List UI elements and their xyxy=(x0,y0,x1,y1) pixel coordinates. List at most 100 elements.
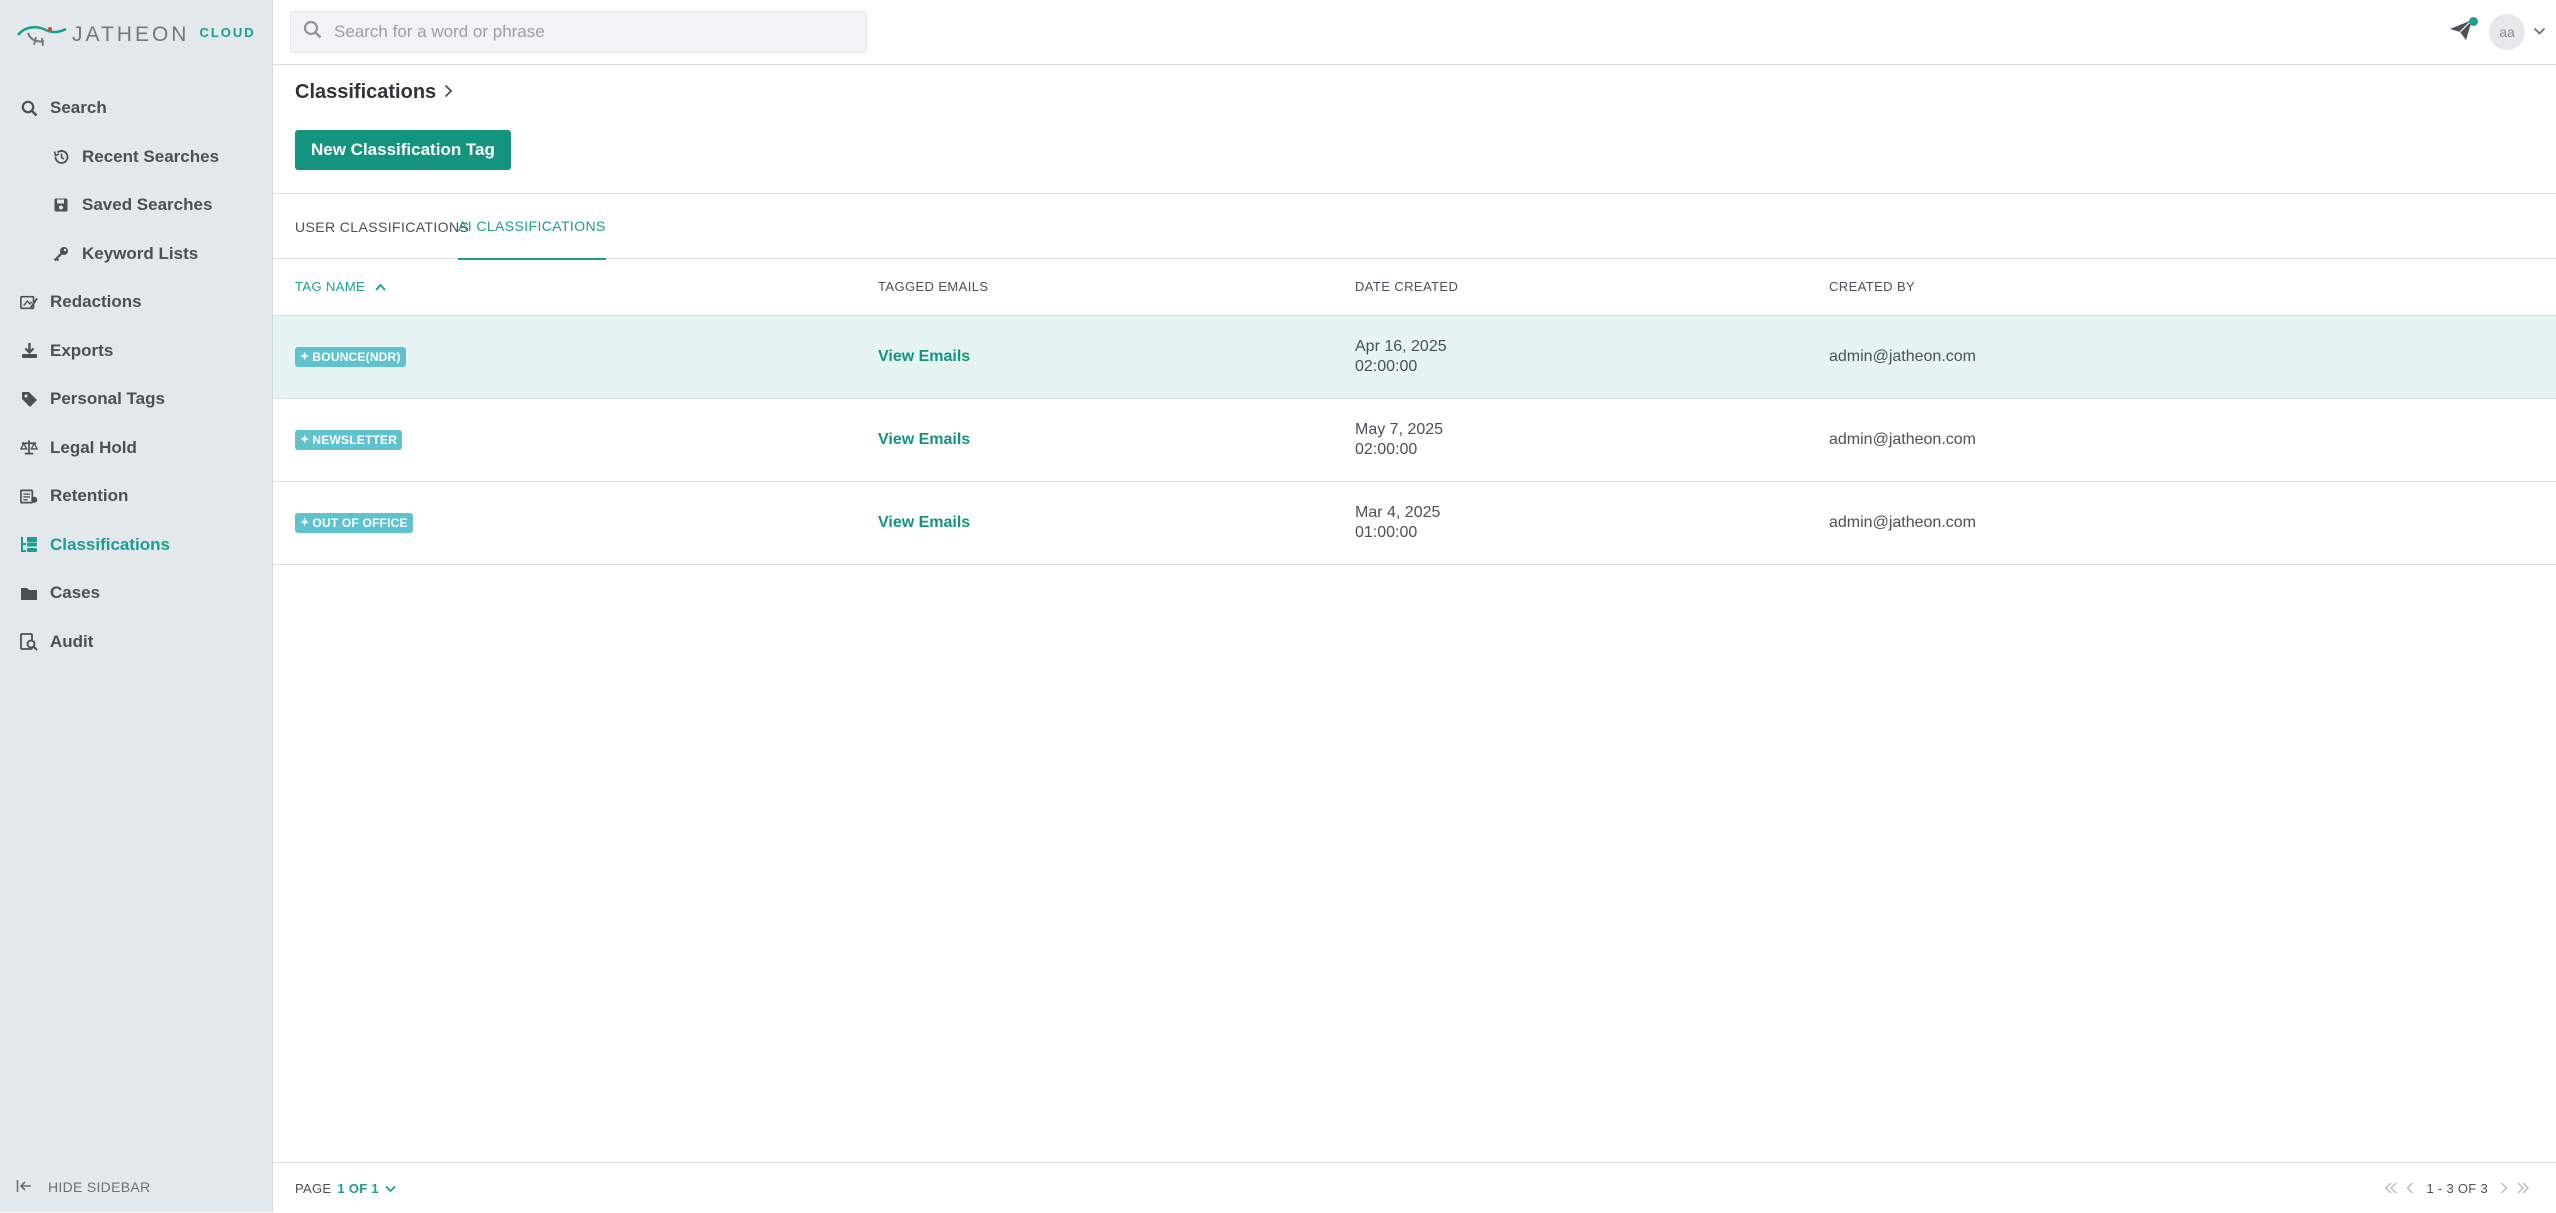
page-value: 1 OF 1 xyxy=(337,1181,379,1196)
sidebar-item-cases[interactable]: Cases xyxy=(0,569,273,618)
sidebar-item-label: Redactions xyxy=(50,292,142,312)
sidebar-item-label: Saved Searches xyxy=(82,195,212,215)
table-row[interactable]: ✦ OUT OF OFFICE View Emails Mar 4, 2025 … xyxy=(273,481,2556,564)
avatar[interactable]: aa xyxy=(2489,14,2525,50)
table-row[interactable]: ✦ BOUNCE(NDR) View Emails Apr 16, 2025 0… xyxy=(273,315,2556,398)
created-by-cell: admin@jatheon.com xyxy=(1829,398,2556,481)
page-select-dropdown[interactable]: 1 OF 1 xyxy=(337,1181,396,1196)
sidebar-item-exports[interactable]: Exports xyxy=(0,327,273,376)
table-row[interactable]: ✦ NEWSLETTER View Emails May 7, 2025 02:… xyxy=(273,398,2556,481)
view-emails-link[interactable]: View Emails xyxy=(878,348,970,365)
page-range: 1 - 3 OF 3 xyxy=(2426,1181,2488,1196)
sidebar-item-label: Legal Hold xyxy=(50,438,137,458)
page-label: PAGE xyxy=(295,1181,331,1196)
column-header-tagged-emails[interactable]: TAGGED EMAILS xyxy=(878,259,1355,315)
tagged-emails-cell: View Emails xyxy=(878,481,1355,564)
sidebar-item-redactions[interactable]: Redactions xyxy=(0,278,273,327)
classifications-icon xyxy=(20,536,38,554)
main-content: Classifications New Classification Tag U… xyxy=(273,65,2556,1212)
ai-tag-badge[interactable]: ✦ BOUNCE(NDR) xyxy=(295,347,406,367)
tag-name: NEWSLETTER xyxy=(312,433,397,447)
key-icon xyxy=(52,245,70,263)
sidebar-item-retention[interactable]: Retention xyxy=(0,472,273,521)
sidebar-item-search[interactable]: Search xyxy=(0,84,273,133)
previous-page-icon[interactable] xyxy=(2406,1182,2414,1194)
hide-sidebar-button[interactable]: HIDE SIDEBAR xyxy=(16,1172,150,1202)
retention-icon xyxy=(20,487,38,505)
tag-cell: ✦ NEWSLETTER xyxy=(273,398,878,481)
first-page-icon[interactable] xyxy=(2384,1182,2398,1194)
sidebar-item-label: Exports xyxy=(50,341,113,361)
sparkle-icon: ✦ xyxy=(300,350,309,363)
column-header-tag-name[interactable]: TAG NAME xyxy=(273,259,878,315)
page-title[interactable]: Classifications xyxy=(295,81,436,104)
sparkle-icon: ✦ xyxy=(300,516,309,529)
view-emails-link[interactable]: View Emails xyxy=(878,514,970,531)
created-by-cell: admin@jatheon.com xyxy=(1829,315,2556,398)
classifications-table: TAG NAME TAGGED EMAILS DATE CREATED CREA… xyxy=(273,259,2556,565)
sidebar-nav: Search Recent Searches Saved Searches Ke… xyxy=(0,84,273,666)
page-indicator: PAGE 1 OF 1 xyxy=(295,1163,396,1213)
tag-cell: ✦ OUT OF OFFICE xyxy=(273,481,878,564)
date: Mar 4, 2025 xyxy=(1355,503,1829,523)
sidebar-item-label: Classifications xyxy=(50,535,170,555)
tag-icon xyxy=(20,390,38,408)
time: 02:00:00 xyxy=(1355,357,1829,377)
notifications-button[interactable] xyxy=(2449,19,2473,46)
tab-ai-classifications[interactable]: AI CLASSIFICATIONS xyxy=(458,194,606,260)
sidebar-item-recent-searches[interactable]: Recent Searches xyxy=(0,133,273,182)
tag-name: BOUNCE(NDR) xyxy=(312,350,400,364)
search-input[interactable] xyxy=(332,21,852,43)
tag-cell: ✦ BOUNCE(NDR) xyxy=(273,315,878,398)
history-icon xyxy=(52,148,70,166)
download-icon xyxy=(20,342,38,360)
last-page-icon[interactable] xyxy=(2516,1182,2530,1194)
date-created-cell: Mar 4, 2025 01:00:00 xyxy=(1355,481,1829,564)
sidebar-item-label: Search xyxy=(50,98,107,118)
breadcrumb: Classifications xyxy=(295,81,453,104)
next-page-icon[interactable] xyxy=(2500,1182,2508,1194)
chevron-down-icon xyxy=(385,1181,396,1196)
view-emails-link[interactable]: View Emails xyxy=(878,431,970,448)
sidebar-item-saved-searches[interactable]: Saved Searches xyxy=(0,181,273,230)
search-icon xyxy=(20,99,38,117)
jatheon-logo[interactable]: JATHEON CLOUD xyxy=(16,18,256,52)
ai-tag-badge[interactable]: ✦ NEWSLETTER xyxy=(295,430,402,450)
column-header-date-created[interactable]: DATE CREATED xyxy=(1355,259,1829,315)
top-bar: aa xyxy=(273,0,2556,65)
table-header-row: TAG NAME TAGGED EMAILS DATE CREATED CREA… xyxy=(273,259,2556,315)
sidebar-item-audit[interactable]: Audit xyxy=(0,618,273,667)
hide-sidebar-label: HIDE SIDEBAR xyxy=(48,1179,150,1195)
logo-suffix: CLOUD xyxy=(199,25,255,40)
sidebar-item-label: Keyword Lists xyxy=(82,244,198,264)
chameleon-logo-icon xyxy=(16,21,68,49)
global-search[interactable] xyxy=(290,11,867,53)
tab-user-classifications[interactable]: USER CLASSIFICATIONS xyxy=(295,194,469,260)
audit-icon xyxy=(20,633,38,651)
sidebar-item-label: Audit xyxy=(50,632,93,652)
tabs: USER CLASSIFICATIONS AI CLASSIFICATIONS xyxy=(273,193,2556,259)
redaction-icon xyxy=(20,293,38,311)
chevron-right-icon xyxy=(444,81,453,104)
sidebar-item-legal-hold[interactable]: Legal Hold xyxy=(0,424,273,473)
search-icon xyxy=(303,20,322,44)
sort-ascending-icon xyxy=(375,279,386,294)
top-right-controls: aa xyxy=(2449,14,2546,50)
date: Apr 16, 2025 xyxy=(1355,337,1829,357)
ai-tag-badge[interactable]: ✦ OUT OF OFFICE xyxy=(295,513,413,533)
sidebar-item-keyword-lists[interactable]: Keyword Lists xyxy=(0,230,273,279)
notification-dot xyxy=(2469,17,2478,26)
sidebar-item-classifications[interactable]: Classifications xyxy=(0,521,273,570)
time: 01:00:00 xyxy=(1355,523,1829,543)
column-header-created-by[interactable]: CREATED BY xyxy=(1829,259,2556,315)
sparkle-icon: ✦ xyxy=(300,433,309,446)
sidebar-item-label: Personal Tags xyxy=(50,389,165,409)
column-header-label: TAG NAME xyxy=(295,279,365,294)
pagination-controls: 1 - 3 OF 3 xyxy=(2380,1163,2534,1213)
tagged-emails-cell: View Emails xyxy=(878,398,1355,481)
sidebar-item-personal-tags[interactable]: Personal Tags xyxy=(0,375,273,424)
new-classification-tag-button[interactable]: New Classification Tag xyxy=(295,130,511,170)
date: May 7, 2025 xyxy=(1355,420,1829,440)
sidebar-item-label: Cases xyxy=(50,583,100,603)
chevron-down-icon[interactable] xyxy=(2533,23,2546,41)
